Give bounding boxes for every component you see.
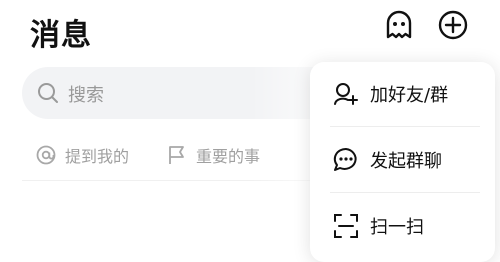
menu-item-add-friend[interactable]: 加好友/群 [310, 62, 495, 126]
flag-icon [169, 146, 184, 164]
filter-important-label: 重要的事 [196, 147, 261, 166]
plus-circle-icon [438, 10, 468, 40]
at-icon [36, 145, 56, 165]
menu-divider [330, 192, 480, 193]
search-placeholder: 搜索 [68, 85, 104, 106]
menu-item-scan-label: 扫一扫 [370, 217, 424, 238]
filter-mentions-label: 提到我的 [65, 147, 130, 166]
page-title: 消息 [30, 18, 92, 53]
ghost-icon [386, 10, 412, 39]
menu-item-group-chat[interactable]: 发起群聊 [310, 128, 495, 192]
menu-divider [330, 126, 480, 127]
search-icon [38, 83, 58, 103]
menu-item-group-chat-label: 发起群聊 [370, 151, 442, 172]
add-friend-icon [334, 83, 358, 105]
chat-bubble-icon [333, 147, 357, 171]
filter-mentions[interactable]: 提到我的 [35, 143, 129, 167]
add-button[interactable] [436, 8, 470, 42]
menu-item-scan[interactable]: 扫一扫 [310, 194, 495, 258]
filter-important[interactable]: 重要的事 [166, 143, 260, 167]
menu-item-add-friend-label: 加好友/群 [370, 85, 449, 106]
ghost-button[interactable] [382, 8, 416, 42]
scan-icon [334, 214, 358, 238]
divider [22, 180, 322, 181]
add-menu: 加好友/群 发起群聊 扫一扫 [310, 62, 495, 262]
